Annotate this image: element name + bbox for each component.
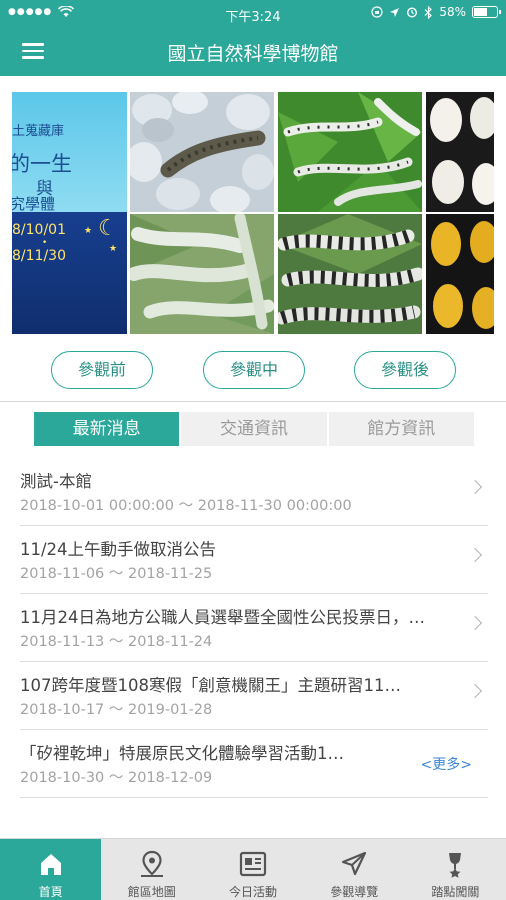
poster-date: 8/10/01	[12, 222, 66, 238]
section-divider	[0, 401, 506, 402]
news-title: 11/24上午動手做取消公告	[20, 540, 217, 559]
home-icon	[40, 854, 61, 875]
news-title: 測試-本館	[20, 472, 92, 491]
navigation-arrow-icon	[342, 851, 367, 876]
visit-phase-buttons: 參觀前 參觀中 參觀後	[0, 346, 506, 398]
nav-challenge[interactable]: 踏點闖關	[405, 839, 506, 900]
news-item[interactable]: 11月24日為地方公職人員選舉暨全國性公民投票日，… 2018-11-13 ～ …	[20, 594, 488, 662]
news-date: 2018-10-17 ～ 2019-01-28	[20, 702, 213, 718]
news-list: 測試-本館 2018-10-01 00:00:00 ～ 2018-11-30 0…	[0, 458, 506, 798]
star-icon: ★	[109, 244, 118, 254]
photo-striped-silkworms[interactable]	[278, 214, 422, 334]
nav-guide[interactable]: 參觀導覽	[304, 839, 405, 900]
during-visit-button[interactable]: 參觀中	[203, 351, 305, 389]
poster-line: 究學體	[12, 195, 56, 213]
news-date: 2018-11-13 ～ 2018-11-24	[20, 634, 213, 650]
nav-home[interactable]: 首頁	[0, 839, 102, 900]
photo-white-cocoons[interactable]	[426, 92, 494, 212]
before-visit-button[interactable]: 參觀前	[51, 351, 153, 389]
info-tabs: 最新消息 交通資訊 館方資訊	[34, 412, 474, 446]
photo-silkworm-eggs[interactable]	[130, 92, 274, 212]
photo-silkworms-on-leaves[interactable]	[278, 92, 422, 212]
poster-top: 土蒐藏庫 的一生 與 究學體	[12, 92, 127, 213]
tab-museum-info[interactable]: 館方資訊	[328, 412, 474, 446]
news-date: 2018-10-01 00:00:00 ～ 2018-11-30 00:00:0…	[20, 498, 352, 514]
app-header: 國立自然科學博物館	[0, 28, 506, 76]
status-right: 58%	[371, 5, 501, 19]
location-icon	[390, 7, 400, 17]
nav-label: 館區地圖	[127, 885, 176, 899]
nav-label: 首頁	[38, 885, 63, 899]
exhibition-poster[interactable]: 土蒐藏庫 的一生 與 究學體 8/10/01 8/11/30 ★ ★ • ☾	[12, 92, 127, 334]
calendar-news-icon	[239, 851, 267, 877]
tab-latest-news[interactable]: 最新消息	[34, 412, 180, 446]
news-item[interactable]: 11/24上午動手做取消公告 2018-11-06 ～ 2018-11-25	[20, 526, 488, 594]
tab-transport-info[interactable]: 交通資訊	[181, 412, 327, 446]
chevron-right-icon	[467, 615, 483, 631]
photo-yellow-cocoons[interactable]	[426, 214, 494, 334]
news-date: 2018-11-06 ～ 2018-11-25	[20, 566, 213, 582]
photo-pale-silkworms[interactable]	[130, 214, 274, 334]
map-pin-icon	[140, 850, 163, 877]
nav-map[interactable]: 館區地圖	[101, 839, 202, 900]
news-title: 「矽裡乾坤」特展原民文化體驗學習活動1…	[20, 744, 344, 763]
chevron-right-icon	[467, 479, 483, 495]
nav-label: 踏點闖關	[431, 885, 480, 899]
news-date: 2018-10-30 ～ 2018-12-09	[20, 770, 213, 786]
chevron-right-icon	[467, 683, 483, 699]
page-title: 國立自然科學博物館	[167, 43, 339, 65]
nav-label: 今日活動	[229, 885, 278, 899]
nav-today-events[interactable]: 今日活動	[202, 839, 303, 900]
battery-level	[474, 8, 487, 16]
status-bar: ●●●●● 下午3:24 58%	[0, 0, 506, 28]
alarm-icon	[407, 7, 418, 18]
news-item[interactable]: 「矽裡乾坤」特展原民文化體驗學習活動1… 2018-10-30 ～ 2018-1…	[20, 730, 488, 798]
battery-icon	[472, 6, 501, 18]
chevron-right-icon	[467, 547, 483, 563]
screen-lock-icon	[371, 6, 383, 18]
trophy-icon	[449, 853, 462, 878]
star-icon: ★	[84, 226, 93, 236]
banner-carousel[interactable]: 土蒐藏庫 的一生 與 究學體 8/10/01 8/11/30 ★ ★ • ☾	[0, 76, 506, 346]
nav-label: 參觀導覽	[330, 885, 379, 899]
bottom-navigation: 首頁 館區地圖 今日活動 參觀導覽 踏點闖關	[0, 838, 506, 900]
star-icon: •	[42, 238, 48, 248]
poster-date: 8/11/30	[12, 248, 66, 264]
poster-line: 土蒐藏庫	[12, 124, 65, 139]
news-item[interactable]: 測試-本館 2018-10-01 00:00:00 ～ 2018-11-30 0…	[20, 458, 488, 526]
after-visit-button[interactable]: 參觀後	[354, 351, 456, 389]
news-title: 11月24日為地方公職人員選舉暨全國性公民投票日，…	[20, 608, 425, 627]
crescent-moon-icon: ☾	[98, 216, 118, 241]
bluetooth-icon	[424, 5, 433, 19]
news-title: 107跨年度暨108寒假「創意機關王」主題研習11…	[20, 676, 401, 695]
battery-percent: 58%	[439, 5, 466, 19]
news-item[interactable]: 107跨年度暨108寒假「創意機關王」主題研習11… 2018-10-17 ～ …	[20, 662, 488, 730]
more-news-link[interactable]: <更多>	[421, 754, 472, 774]
